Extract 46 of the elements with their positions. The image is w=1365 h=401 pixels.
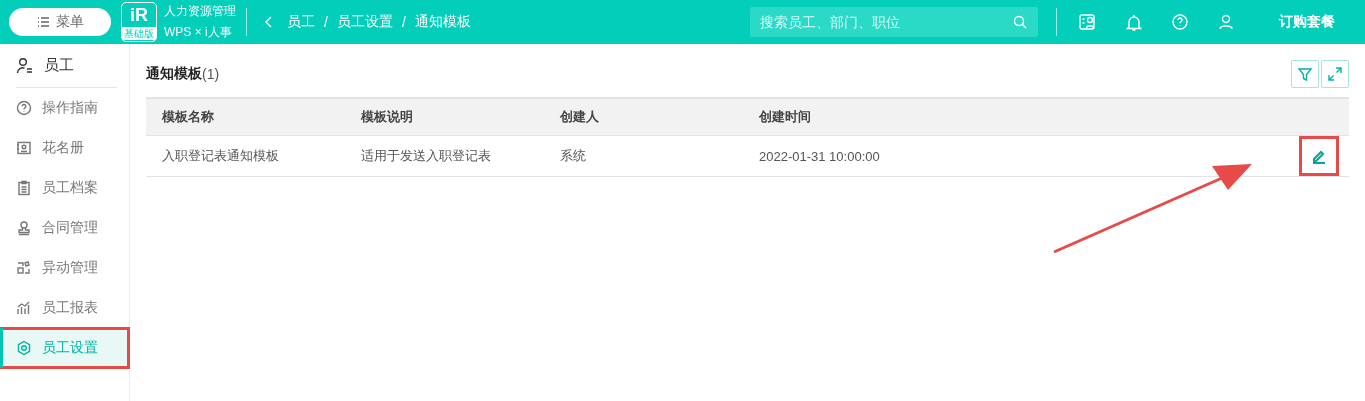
sidebar-item[interactable]: 员工设置 (0, 328, 129, 368)
stamp-icon (16, 220, 32, 236)
table-cell: 系统 (544, 135, 743, 177)
table-cell: 入职登记表通知模板 (146, 135, 345, 177)
help-icon (1171, 13, 1189, 31)
menu-label: 菜单 (56, 13, 84, 31)
product-subtitle: WPS × i人事 (164, 24, 233, 41)
column-header: 模板说明 (345, 98, 544, 136)
help-icon (16, 100, 32, 116)
sidebar-item[interactable]: 花名册 (0, 128, 129, 168)
breadcrumb-separator: / (324, 14, 328, 30)
id-card-icon (16, 140, 32, 156)
column-header: 创建时间 (743, 98, 1289, 136)
clipboard-icon (16, 180, 32, 196)
gear-icon (16, 340, 32, 356)
search-field[interactable]: 搜索员工、部门、职位 (750, 7, 1038, 37)
person-list-icon (16, 56, 34, 75)
sidebar-item[interactable]: 操作指南 (0, 88, 129, 128)
bell-icon (1125, 13, 1143, 31)
breadcrumb-separator: / (401, 14, 406, 30)
expand-icon (1327, 66, 1343, 82)
bar-chart-icon (16, 300, 32, 316)
filter-icon (1297, 66, 1313, 82)
search-icon (1012, 14, 1028, 30)
edit-button[interactable] (1299, 136, 1339, 176)
pencil-icon (1311, 148, 1327, 164)
menu-icon (36, 15, 50, 29)
edition-badge: 基础版 (122, 27, 156, 40)
column-header: 模板名称 (146, 98, 345, 136)
filter-button[interactable] (1291, 60, 1319, 88)
blocks-icon (16, 260, 32, 276)
user-icon (1217, 13, 1235, 31)
product-name: 人力资源管理 (164, 3, 236, 20)
contacts-icon (1078, 12, 1098, 32)
section-title: 员工 (44, 56, 74, 75)
page-title: 通知模板 (146, 65, 202, 81)
fullscreen-button[interactable] (1321, 60, 1349, 88)
sidebar-item[interactable]: 员工报表 (0, 288, 129, 328)
column-header: 创建人 (544, 98, 743, 136)
sidebar-item[interactable]: 合同管理 (0, 208, 129, 248)
menu-button[interactable]: 菜单 (9, 8, 111, 36)
logo-mark: iR (130, 4, 148, 27)
sidebar-item[interactable]: 员工档案 (0, 168, 129, 208)
table-cell: 适用于发送入职登记表 (345, 135, 544, 177)
item-count: (1) (202, 66, 220, 82)
sidebar-item[interactable]: 异动管理 (0, 248, 129, 288)
